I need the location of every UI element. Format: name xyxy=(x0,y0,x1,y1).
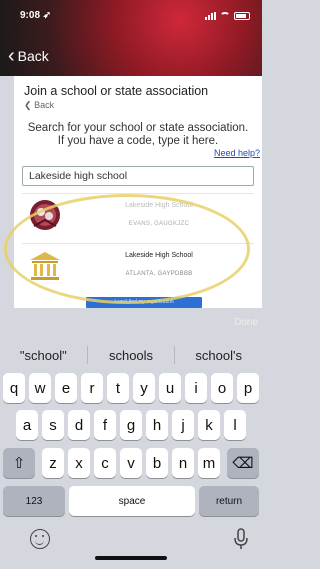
status-icons xyxy=(205,12,250,20)
microphone-icon[interactable] xyxy=(234,528,248,550)
key-q[interactable]: q xyxy=(3,373,25,403)
key-a[interactable]: a xyxy=(16,410,38,440)
join-panel: Join a school or state association ❮ Bac… xyxy=(14,76,262,308)
search-input[interactable]: Lakeside high school xyxy=(22,166,254,186)
sub-back-link[interactable]: ❮ Back xyxy=(24,100,54,111)
key-f[interactable]: f xyxy=(94,410,116,440)
status-time: 9:08 ➶ xyxy=(20,10,52,21)
chevron-left-icon: ‹ xyxy=(8,45,15,67)
key-d[interactable]: d xyxy=(68,410,90,440)
sub-back-label: Back xyxy=(34,100,55,110)
suggestion-item[interactable]: "school" xyxy=(0,348,87,363)
delete-key[interactable]: ⌫ xyxy=(227,448,259,478)
key-o[interactable]: o xyxy=(211,373,233,403)
home-indicator xyxy=(95,556,167,560)
result-name: Lakeside High School xyxy=(125,252,193,259)
key-w[interactable]: w xyxy=(29,373,51,403)
numbers-key[interactable]: 123 xyxy=(3,486,65,516)
key-l[interactable]: l xyxy=(224,410,246,440)
key-j[interactable]: j xyxy=(172,410,194,440)
page-title: Join a school or state association xyxy=(24,84,209,98)
return-key[interactable]: return xyxy=(199,486,259,516)
battery-icon xyxy=(234,12,250,20)
result-location: EVANS, GAUGKJZC xyxy=(128,221,190,227)
key-e[interactable]: e xyxy=(55,373,77,403)
wifi-icon xyxy=(220,12,230,20)
emoji-icon[interactable] xyxy=(30,529,50,549)
chevron-left-small-icon: ❮ xyxy=(24,100,32,110)
key-t[interactable]: t xyxy=(107,373,129,403)
cant-find-button[interactable]: I can't find my organization xyxy=(86,297,202,308)
key-g[interactable]: g xyxy=(120,410,142,440)
result-item[interactable]: Lakeside High School ATLANTA, GAYPDBBB xyxy=(22,243,254,287)
key-b[interactable]: b xyxy=(146,448,168,478)
key-y[interactable]: y xyxy=(133,373,155,403)
status-bar: 9:08 ➶ xyxy=(12,10,250,26)
key-r[interactable]: r xyxy=(81,373,103,403)
key-p[interactable]: p xyxy=(237,373,259,403)
back-button[interactable]: ‹ Back xyxy=(8,46,49,66)
suggestion-item[interactable]: schools xyxy=(88,348,175,363)
result-item[interactable]: Lakeside High School EVANS, GAUGKJZC xyxy=(22,193,254,237)
key-x[interactable]: x xyxy=(68,448,90,478)
key-z[interactable]: z xyxy=(42,448,64,478)
key-k[interactable]: k xyxy=(198,410,220,440)
key-s[interactable]: s xyxy=(42,410,64,440)
need-help-link[interactable]: Need help? xyxy=(214,148,260,158)
done-button[interactable]: Done xyxy=(234,317,258,328)
key-i[interactable]: i xyxy=(185,373,207,403)
key-h[interactable]: h xyxy=(146,410,168,440)
school-crest-icon xyxy=(30,200,60,230)
result-name: Lakeside High School xyxy=(125,202,193,209)
instructions-line-1: Search for your school or state associat… xyxy=(27,122,249,134)
key-n[interactable]: n xyxy=(172,448,194,478)
key-u[interactable]: u xyxy=(159,373,181,403)
signal-icon xyxy=(205,12,216,20)
instructions-line-2: If you have a code, type it here. xyxy=(57,135,219,147)
result-location: ATLANTA, GAYPDBBB xyxy=(125,271,193,277)
key-v[interactable]: v xyxy=(120,448,142,478)
suggestion-item[interactable]: school's xyxy=(175,348,262,363)
instructions: Search for your school or state associat… xyxy=(18,122,258,148)
header-bar: 9:08 ➶ ‹ Back xyxy=(0,0,262,76)
school-building-icon xyxy=(30,252,60,280)
shift-key[interactable]: ⇧ xyxy=(3,448,35,478)
suggestion-bar: "school" schools school's xyxy=(0,340,262,370)
back-label: Back xyxy=(17,48,49,64)
key-c[interactable]: c xyxy=(94,448,116,478)
key-m[interactable]: m xyxy=(198,448,220,478)
space-key[interactable]: space xyxy=(69,486,195,516)
